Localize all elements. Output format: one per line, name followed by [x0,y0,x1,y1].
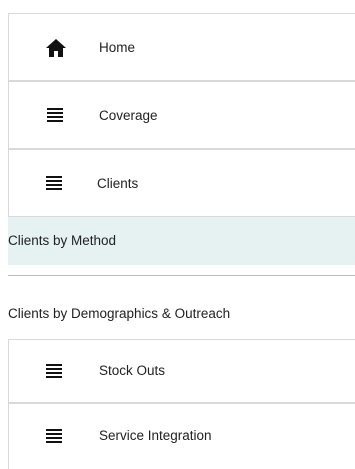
subnav-item-clients-by-method[interactable]: Clients by Method [8,217,355,265]
nav-item-home[interactable]: Home [8,13,355,81]
subnav-item-label: Clients by Method [8,233,117,248]
nav-item-label: Home [99,40,136,55]
list-icon [46,364,62,380]
home-icon [46,39,66,62]
sidebar-nav: Home Coverage Clients Clients by Method … [0,0,355,469]
list-icon [46,429,62,445]
subnav-item-label: Clients by Demographics & Outreach [8,306,231,321]
nav-item-label: Clients [97,176,139,191]
nav-item-label: Coverage [99,108,158,123]
nav-item-coverage[interactable]: Coverage [8,81,355,149]
nav-item-clients[interactable]: Clients [8,149,355,217]
nav-item-service-integration[interactable]: Service Integration [8,403,355,469]
list-icon [46,176,62,192]
subnav-item-clients-by-demographics[interactable]: Clients by Demographics & Outreach [8,275,355,339]
list-icon [47,108,63,124]
nav-item-label: Stock Outs [99,363,166,378]
nav-item-label: Service Integration [99,428,212,443]
nav-item-stock-outs[interactable]: Stock Outs [8,339,355,403]
